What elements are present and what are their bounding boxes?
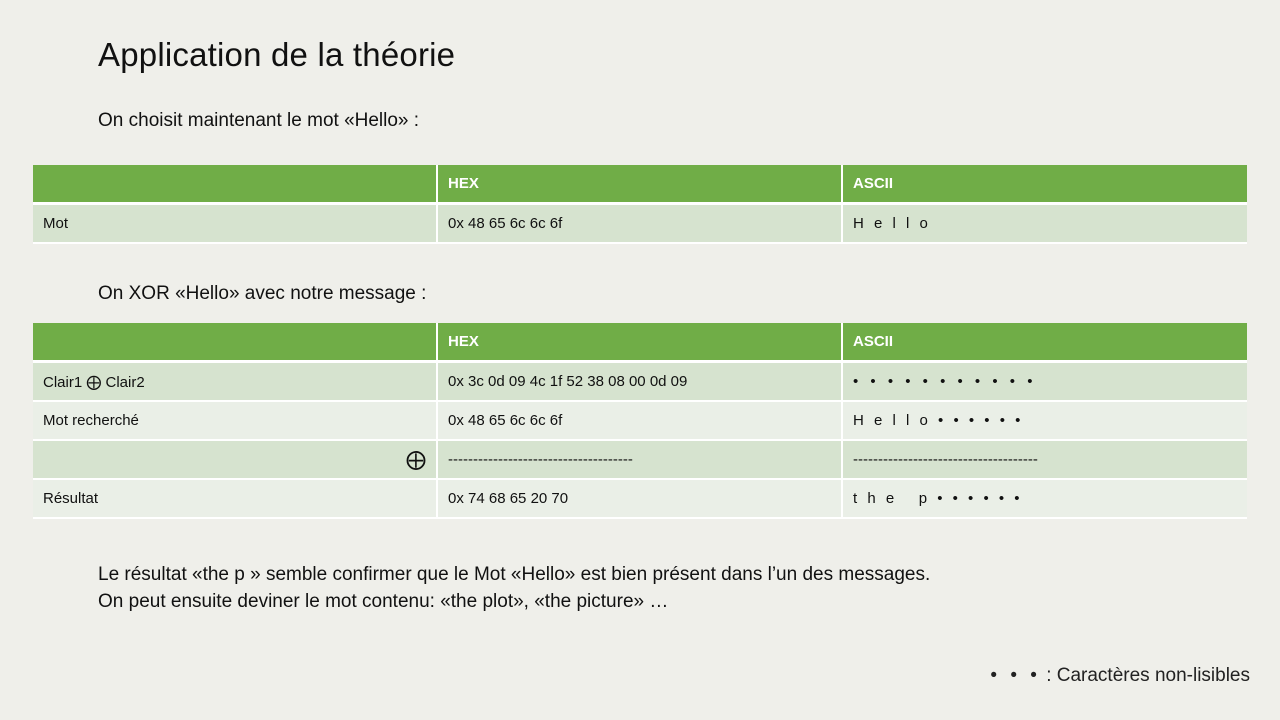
- row-label: Clair1 ⨁ Clair2: [33, 361, 438, 402]
- header-cell-ascii: ASCII: [842, 165, 1247, 205]
- header-cell-hex: HEX: [437, 165, 843, 205]
- table-row: Résultat 0x 74 68 65 20 70 t h e p • • •…: [33, 479, 1247, 519]
- intro-text-2: On XOR «Hello» avec notre message :: [98, 283, 427, 304]
- row-label: Mot: [33, 203, 438, 244]
- slide-title: Application de la théorie: [98, 36, 456, 73]
- conclusion-line-2: On peut ensuite deviner le mot contenu: …: [98, 591, 669, 612]
- header-cell-empty: [33, 165, 438, 205]
- row-label: Résultat: [33, 479, 438, 519]
- hex-value: 0x 48 65 6c 6c 6f: [437, 401, 843, 441]
- legend: • • • : Caractères non-lisibles: [990, 665, 1250, 687]
- xor-table: HEX ASCII Clair1 ⨁ Clair2 0x 3c 0d 09 4c…: [33, 323, 1247, 519]
- conclusion-text: Le résultat «the p » semble confirmer qu…: [98, 561, 930, 615]
- table-row: Mot 0x 48 65 6c 6c 6f H e l l o: [33, 203, 1247, 244]
- separator-dashes: -------------------------------------: [842, 440, 1247, 480]
- conclusion-line-1: Le résultat «the p » semble confirmer qu…: [98, 564, 931, 585]
- table-row: Clair1 ⨁ Clair2 0x 3c 0d 09 4c 1f 52 38 …: [33, 361, 1247, 402]
- intro-text-1: On choisit maintenant le mot «Hello» :: [98, 110, 420, 131]
- ascii-value: H e l l o: [842, 203, 1247, 244]
- bullet-dots-icon: • • •: [990, 665, 1041, 686]
- table-row: Mot recherché 0x 48 65 6c 6c 6f H e l l …: [33, 401, 1247, 441]
- header-cell-empty: [33, 323, 438, 363]
- word-table: HEX ASCII Mot 0x 48 65 6c 6c 6f H e l l …: [33, 165, 1247, 244]
- ascii-value: t h e p • • • • • •: [842, 479, 1247, 519]
- table-row: ⨁ ------------------------------------- …: [33, 440, 1247, 480]
- ascii-value: • • • • • • • • • • •: [842, 361, 1247, 402]
- xor-symbol-icon: ⨁: [33, 440, 438, 480]
- table-header-row: HEX ASCII: [33, 323, 1247, 363]
- legend-text: : Caractères non-lisibles: [1046, 665, 1250, 686]
- ascii-value: H e l l o • • • • • •: [842, 401, 1247, 441]
- header-cell-hex: HEX: [437, 323, 843, 363]
- hex-value: 0x 3c 0d 09 4c 1f 52 38 08 00 0d 09: [437, 361, 843, 402]
- header-cell-ascii: ASCII: [842, 323, 1247, 363]
- hex-value: 0x 74 68 65 20 70: [437, 479, 843, 519]
- separator-dashes: -------------------------------------: [437, 440, 843, 480]
- hex-value: 0x 48 65 6c 6c 6f: [437, 203, 843, 244]
- table-header-row: HEX ASCII: [33, 165, 1247, 205]
- row-label: Mot recherché: [33, 401, 438, 441]
